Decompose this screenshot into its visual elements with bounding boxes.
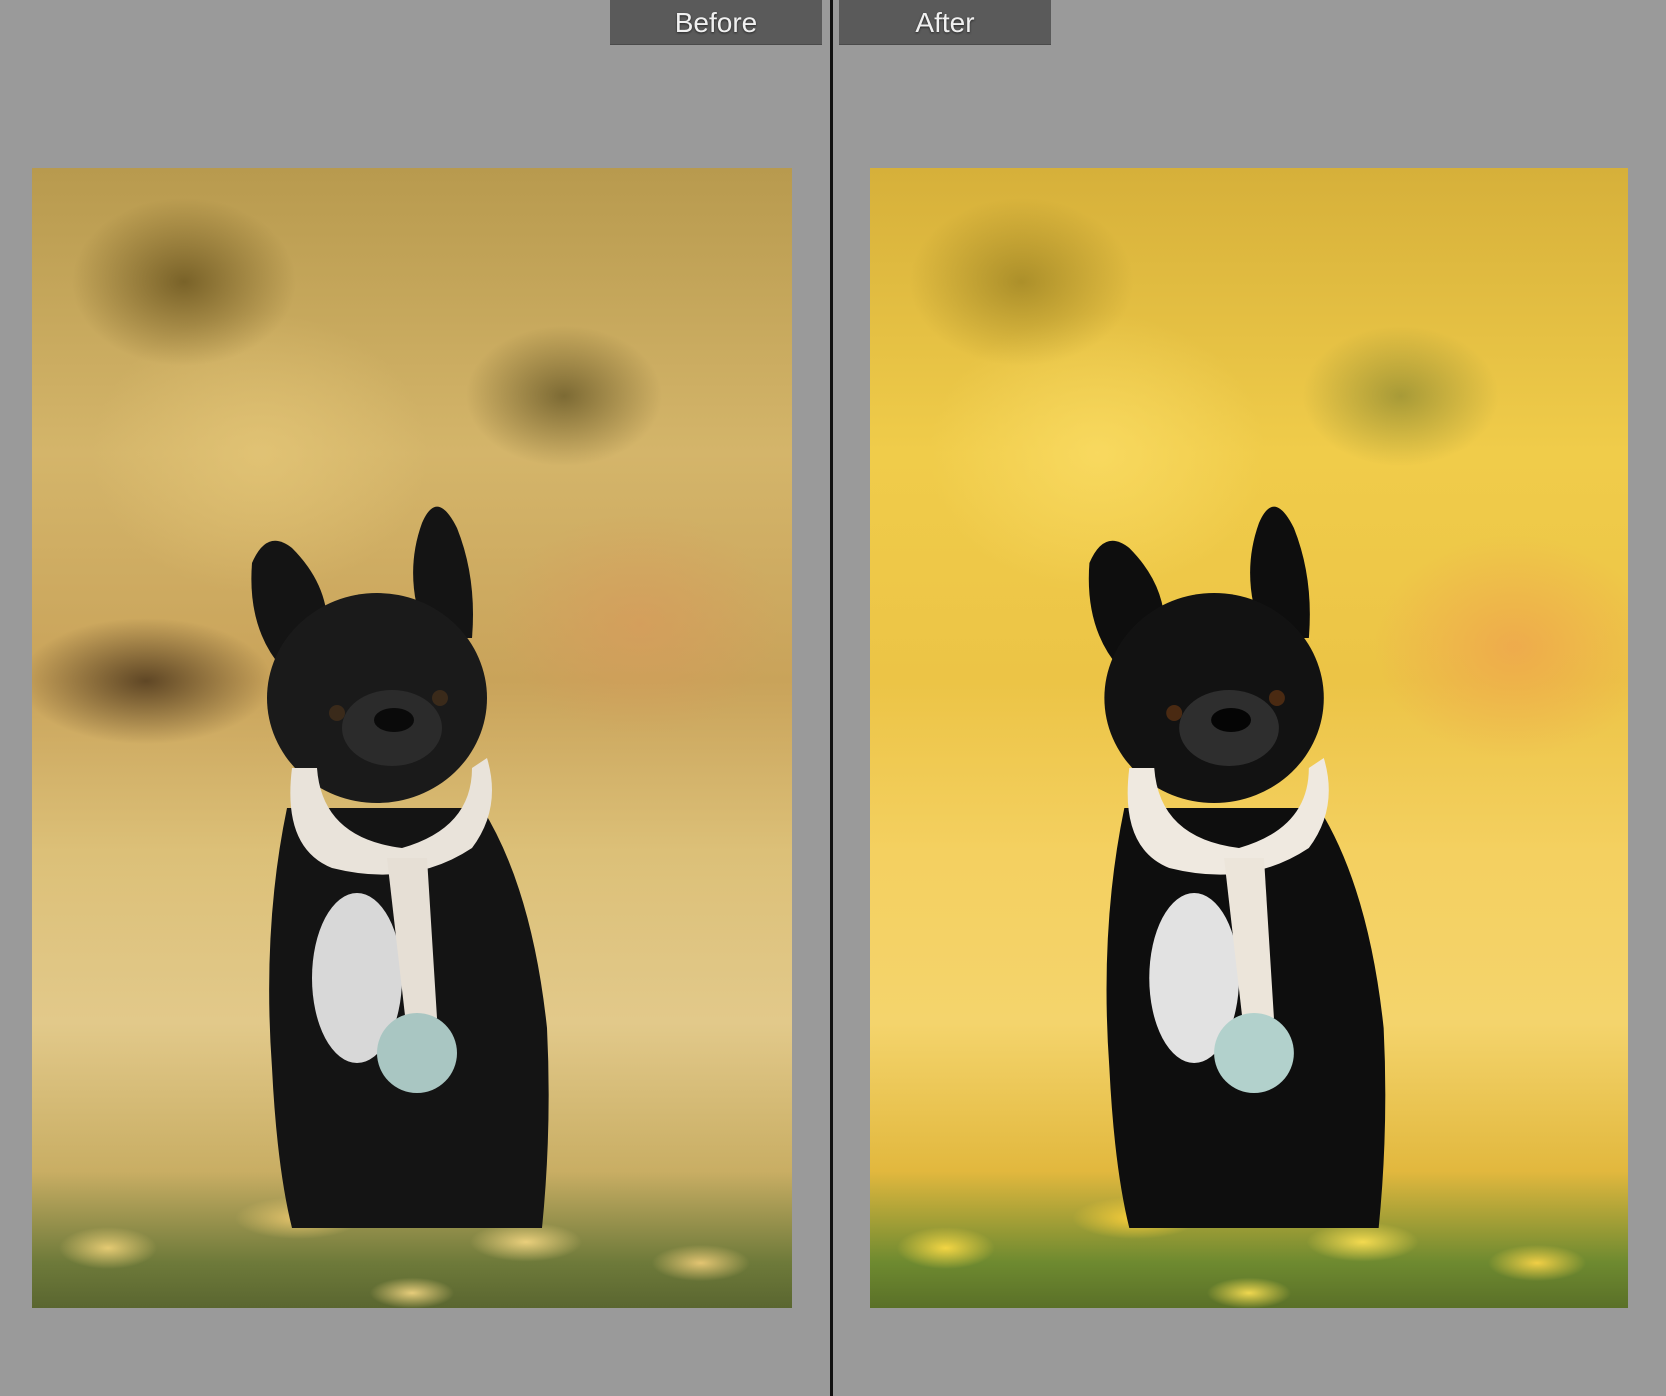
before-photo[interactable] xyxy=(32,168,792,1308)
after-dog-figure xyxy=(1088,506,1386,1228)
after-photo[interactable] xyxy=(870,168,1628,1308)
before-dog-figure xyxy=(251,506,549,1228)
before-label: Before xyxy=(610,0,822,45)
before-pane: Before xyxy=(0,0,828,1396)
before-after-viewer: Before After xyxy=(0,0,1666,1396)
split-divider[interactable] xyxy=(828,0,835,1396)
after-pane: After xyxy=(835,0,1666,1396)
after-label: After xyxy=(839,0,1051,45)
split-divider-line xyxy=(830,0,833,1396)
